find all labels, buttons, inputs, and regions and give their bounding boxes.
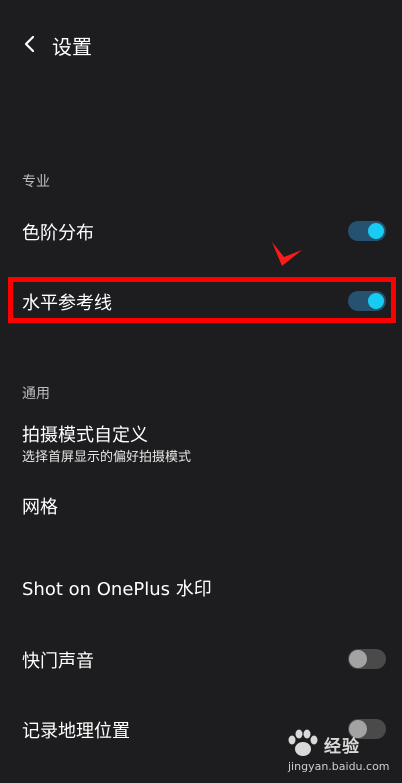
setting-row-grid[interactable]: 网格: [0, 488, 402, 524]
setting-label: 色阶分布: [22, 223, 94, 244]
setting-row-histogram[interactable]: 色阶分布: [0, 212, 402, 252]
back-button[interactable]: [16, 30, 44, 58]
toggle-knob: [368, 223, 384, 239]
setting-label: 网格: [22, 497, 58, 518]
section-label-pro: 专业: [22, 174, 50, 190]
page-title: 设置: [52, 35, 92, 59]
settings-screen: 设置 专业 色阶分布 水平参考线 通用 拍摄模式自定义 选择首屏显示的偏好拍摄模…: [0, 0, 402, 783]
setting-label: 快门声音: [22, 651, 94, 672]
chevron-left-icon: [24, 35, 35, 53]
red-arrow-icon: [272, 242, 302, 266]
setting-row-watermark[interactable]: Shot on OnePlus 水印: [0, 568, 402, 604]
setting-label: 记录地理位置: [22, 721, 130, 742]
header: 设置: [0, 0, 402, 90]
setting-label: Shot on OnePlus 水印: [22, 579, 212, 600]
toggle-knob: [349, 650, 367, 668]
section-label-general: 通用: [22, 386, 50, 402]
watermark-url: jingyan.baidu.com: [288, 760, 390, 773]
red-highlight-box: [8, 277, 396, 323]
baidu-jingyan-watermark: 经验 jingyan.baidu.com: [284, 728, 396, 778]
setting-label: 拍摄模式自定义: [22, 425, 148, 446]
setting-sublabel: 选择首屏显示的偏好拍摄模式: [22, 450, 192, 465]
shutter-sound-toggle[interactable]: [348, 649, 386, 669]
setting-row-custom-mode[interactable]: 拍摄模式自定义 选择首屏显示的偏好拍摄模式: [0, 418, 402, 468]
histogram-toggle[interactable]: [348, 221, 386, 241]
setting-row-shutter-sound[interactable]: 快门声音: [0, 640, 402, 680]
baidu-paw-icon: [288, 729, 318, 756]
watermark-brand: 经验: [324, 737, 360, 757]
